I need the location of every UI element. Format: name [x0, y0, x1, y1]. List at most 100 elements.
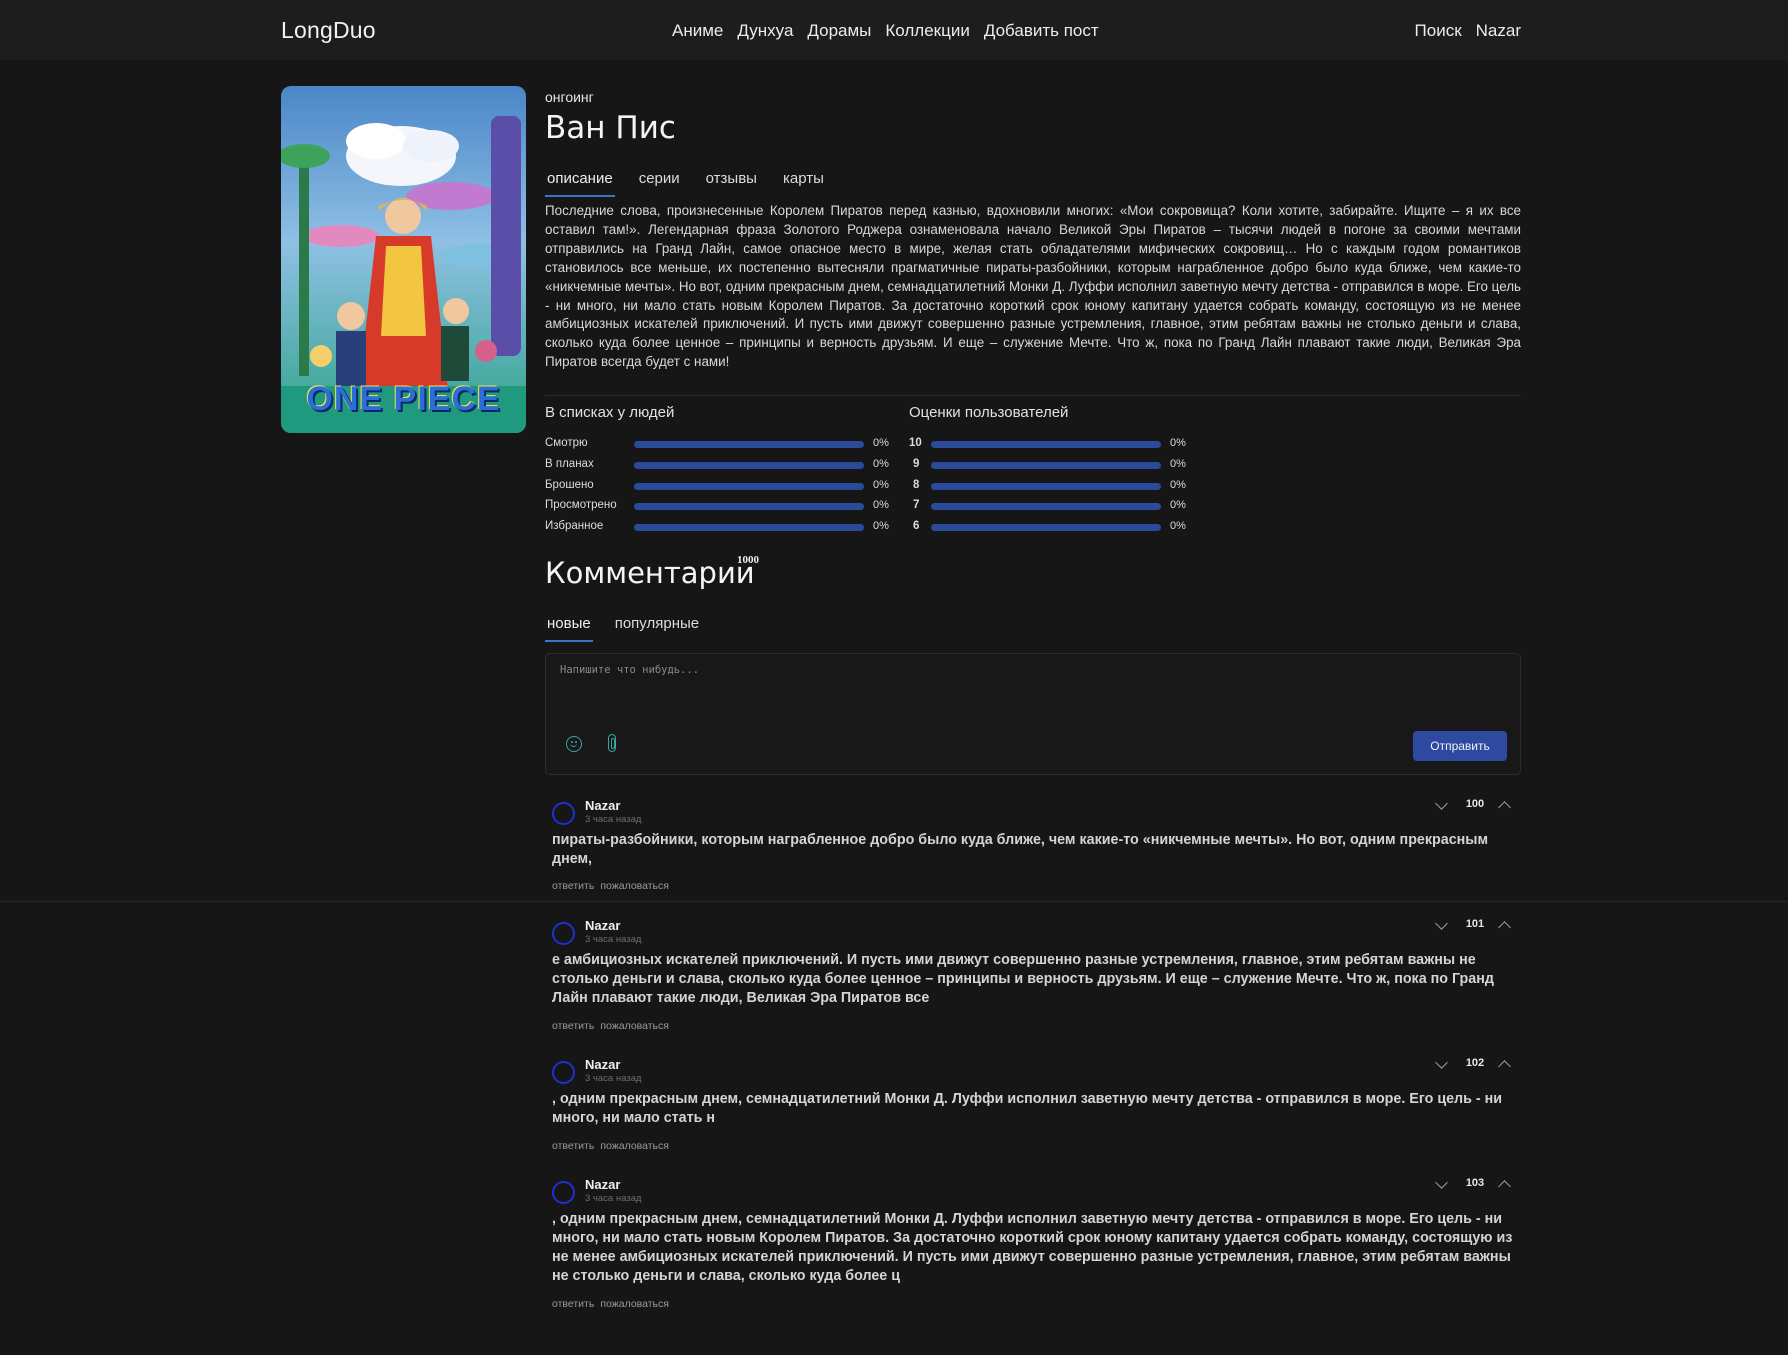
chevron-up-icon[interactable]	[1498, 921, 1511, 934]
nav-link-dramas[interactable]: Дорамы	[807, 21, 871, 41]
list-stat-percent: 0%	[873, 520, 889, 532]
anime-status: онгоинг	[545, 89, 594, 105]
nav-user[interactable]: Nazar	[1476, 21, 1521, 41]
comment-actions: ответить пожаловаться	[552, 1020, 669, 1032]
chevron-down-icon[interactable]	[1435, 1176, 1448, 1189]
list-stat-percent: 0%	[873, 437, 889, 449]
comment-time: 3 часа назад	[585, 934, 642, 945]
avatar-icon[interactable]	[552, 1181, 575, 1204]
comment-input[interactable]	[560, 664, 1500, 714]
divider	[545, 395, 1521, 396]
rating-stat-percent: 0%	[1170, 499, 1186, 511]
emoji-icon[interactable]	[566, 736, 582, 752]
chevron-down-icon[interactable]	[1435, 1056, 1448, 1069]
report-link[interactable]: пожаловаться	[600, 880, 669, 892]
anime-tabs: описание серии отзывы карты	[545, 170, 826, 197]
rating-stat-label: 7	[913, 499, 920, 511]
reply-link[interactable]: ответить	[552, 1298, 594, 1310]
rating-stat-bar	[931, 441, 1161, 448]
site-logo[interactable]: LongDuo	[281, 17, 376, 44]
nav-right: Поиск Nazar	[1415, 21, 1521, 41]
tab-description[interactable]: описание	[545, 170, 615, 197]
chevron-up-icon[interactable]	[1498, 801, 1511, 814]
comment-vote: 101	[1435, 916, 1517, 936]
page-divider	[0, 901, 1788, 902]
paperclip-icon[interactable]	[608, 734, 616, 752]
comment-form: Отправить	[545, 653, 1521, 775]
comment-author[interactable]: Nazar	[585, 1177, 620, 1192]
tab-popular-comments[interactable]: популярные	[613, 615, 701, 642]
anime-poster: ONE PIECE	[281, 86, 526, 433]
rating-stat-row: 6 0%	[909, 520, 1199, 534]
comment-author[interactable]: Nazar	[585, 1057, 620, 1072]
chevron-up-icon[interactable]	[1498, 1180, 1511, 1193]
rating-stat-label: 8	[913, 479, 920, 491]
reply-link[interactable]: ответить	[552, 880, 594, 892]
list-stat-row: Смотрю 0%	[545, 437, 895, 451]
anime-title: Ван Пис	[545, 110, 676, 146]
list-stat-label: Брошено	[545, 479, 594, 491]
comment-text: пираты-разбойники, которым награбленное …	[552, 832, 1489, 867]
comment-item: Nazar 3 часа назад 102 , одним прекрасны…	[552, 1055, 1517, 1157]
rating-stat-bar	[931, 483, 1161, 490]
comment-score: 100	[1465, 798, 1485, 810]
avatar-icon[interactable]	[552, 1061, 575, 1084]
rating-stat-bar	[931, 524, 1161, 531]
list-stat-percent: 0%	[873, 499, 889, 511]
nav-link-collections[interactable]: Коллекции	[885, 21, 969, 41]
rating-stat-label: 6	[913, 520, 920, 532]
tab-episodes[interactable]: серии	[637, 170, 682, 197]
rating-stat-bar	[931, 462, 1161, 469]
avatar-icon[interactable]	[552, 802, 575, 825]
reply-link[interactable]: ответить	[552, 1140, 594, 1152]
ratings-title: Оценки пользователей	[909, 404, 1069, 421]
report-link[interactable]: пожаловаться	[600, 1140, 669, 1152]
comment-item: Nazar 3 часа назад 103 , одним прекрасны…	[552, 1175, 1517, 1317]
chevron-down-icon[interactable]	[1435, 797, 1448, 810]
tab-new-comments[interactable]: новые	[545, 615, 593, 642]
list-stat-label: Просмотрено	[545, 499, 617, 511]
list-stat-percent: 0%	[873, 479, 889, 491]
rating-stat-label: 9	[913, 458, 920, 470]
comment-author[interactable]: Nazar	[585, 918, 620, 933]
lists-title: В списках у людей	[545, 404, 675, 421]
report-link[interactable]: пожаловаться	[600, 1020, 669, 1032]
nav-link-donghua[interactable]: Дунхуа	[737, 21, 793, 41]
nav-search[interactable]: Поиск	[1415, 21, 1462, 41]
nav-links: Аниме Дунхуа Дорамы Коллекции Добавить п…	[672, 21, 1099, 41]
reply-link[interactable]: ответить	[552, 1020, 594, 1032]
avatar-icon[interactable]	[552, 922, 575, 945]
rating-stat-row: 10 0%	[909, 437, 1199, 451]
list-stat-label: Избранное	[545, 520, 604, 532]
comment-vote: 102	[1435, 1055, 1517, 1075]
tab-cards[interactable]: карты	[781, 170, 826, 197]
nav-link-anime[interactable]: Аниме	[672, 21, 723, 41]
list-stat-bar	[634, 441, 864, 448]
comment-vote: 100	[1435, 796, 1517, 816]
send-button[interactable]: Отправить	[1413, 731, 1507, 761]
list-stat-label: Смотрю	[545, 437, 588, 449]
comment-vote: 103	[1435, 1175, 1517, 1195]
list-stat-row: Брошено 0%	[545, 479, 895, 493]
rating-stat-percent: 0%	[1170, 458, 1186, 470]
comments-count: 1000	[737, 554, 759, 566]
list-stat-row: Просмотрено 0%	[545, 499, 895, 513]
rating-stat-percent: 0%	[1170, 479, 1186, 491]
report-link[interactable]: пожаловаться	[600, 1298, 669, 1310]
comment-author[interactable]: Nazar	[585, 798, 620, 813]
navbar: LongDuo Аниме Дунхуа Дорамы Коллекции До…	[0, 0, 1788, 60]
rating-stat-row: 9 0%	[909, 458, 1199, 472]
comment-text: е амбициозных искателей приключений. И п…	[552, 952, 1494, 1006]
list-stat-bar	[634, 483, 864, 490]
comment-text: , одним прекрасным днем, семнадцатилетни…	[552, 1091, 1503, 1126]
comments-title: Комментарии	[545, 556, 755, 590]
list-stat-bar	[634, 462, 864, 469]
rating-stat-percent: 0%	[1170, 437, 1186, 449]
list-stat-label: В планах	[545, 458, 594, 470]
list-stat-percent: 0%	[873, 458, 889, 470]
chevron-up-icon[interactable]	[1498, 1060, 1511, 1073]
tab-reviews[interactable]: отзывы	[704, 170, 759, 197]
nav-link-add-post[interactable]: Добавить пост	[984, 21, 1099, 41]
chevron-down-icon[interactable]	[1435, 917, 1448, 930]
list-stat-bar	[634, 524, 864, 531]
